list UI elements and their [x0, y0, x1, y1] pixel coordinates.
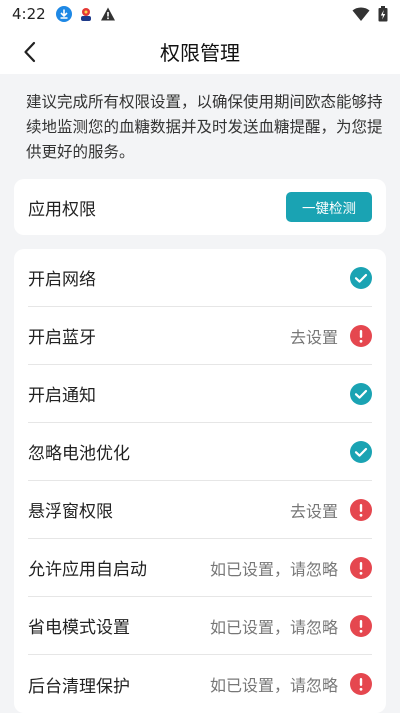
warning-icon [100, 7, 115, 21]
permission-row[interactable]: 开启蓝牙 去设置 [28, 307, 372, 365]
permission-name: 后台清理保护 [28, 676, 130, 697]
exclamation-circle-icon [350, 324, 372, 347]
permission-row[interactable]: 忽略电池优化 [28, 423, 372, 481]
permission-name: 省电模式设置 [28, 618, 130, 638]
page-title: 权限管理 [160, 40, 240, 65]
download-icon [55, 6, 72, 22]
status-bar: 4:22 [0, 0, 400, 28]
exclamation-circle-icon [350, 498, 372, 521]
status-time: 4:22 [12, 5, 46, 23]
permission-name: 开启通知 [28, 386, 96, 406]
permission-action[interactable]: 去设置 [290, 498, 338, 522]
permission-name: 忽略电池优化 [28, 444, 130, 464]
permission-action[interactable]: 如已设置，请忽略 [210, 556, 338, 580]
app-permissions-label: 应用权限 [28, 199, 96, 220]
permission-row[interactable]: 悬浮窗权限 去设置 [28, 481, 372, 539]
one-click-detect-button[interactable]: 一键检测 [286, 192, 372, 222]
battery-icon [378, 6, 388, 22]
check-circle-icon [350, 382, 372, 405]
permission-name: 开启蓝牙 [28, 328, 96, 348]
back-arrow-icon [24, 41, 36, 63]
permission-name: 悬浮窗权限 [28, 502, 113, 522]
permission-action[interactable]: 如已设置，请忽略 [210, 672, 338, 696]
wifi-icon [352, 7, 370, 21]
status-right [352, 6, 388, 22]
check-circle-icon [350, 440, 372, 463]
header: 权限管理 [0, 28, 400, 74]
app-permissions-card: 应用权限 一键检测 [14, 179, 386, 235]
permission-action[interactable]: 如已设置，请忽略 [210, 614, 338, 638]
back-button[interactable] [14, 36, 46, 68]
check-circle-icon [350, 266, 372, 289]
intro-text: 建议完成所有权限设置，以确保使用期间欧态能够持续地监测您的血糖数据并及时发送血糖… [26, 93, 383, 161]
permission-name: 允许应用自启动 [28, 560, 147, 580]
permission-row[interactable]: 允许应用自启动 如已设置，请忽略 [28, 539, 372, 597]
exclamation-circle-icon [350, 673, 372, 695]
permission-row[interactable]: 省电模式设置 如已设置，请忽略 [28, 597, 372, 655]
permission-action[interactable]: 去设置 [290, 324, 338, 348]
permission-row[interactable]: 开启通知 [28, 365, 372, 423]
app-notification-icon [80, 8, 91, 21]
permission-row[interactable]: 后台清理保护 如已设置，请忽略 [28, 655, 372, 713]
permission-name: 开启网络 [28, 270, 96, 290]
permission-list: 开启网络 开启蓝牙 去设置 开启通知 忽略电池优化 悬浮窗权限 去设置 允许应用自启动 如已设置… [14, 249, 386, 713]
exclamation-circle-icon [350, 556, 372, 579]
exclamation-circle-icon [350, 614, 372, 637]
permission-row[interactable]: 开启网络 [28, 249, 372, 307]
